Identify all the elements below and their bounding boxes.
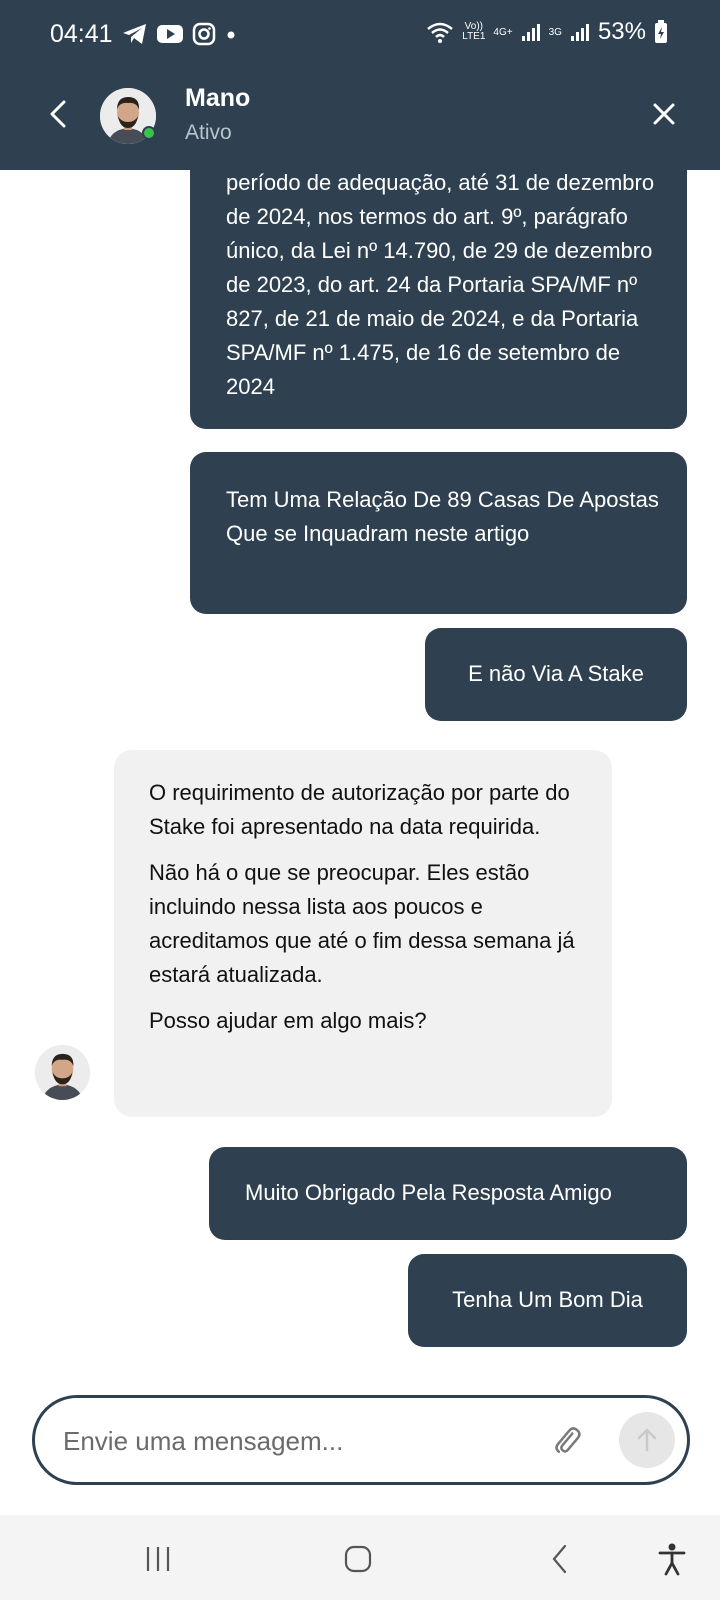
message-paragraph: Não há o que se preocupar. Eles estão in… — [149, 860, 575, 987]
home-icon — [344, 1545, 372, 1573]
message-outgoing: E não Via A Stake — [425, 628, 687, 721]
instagram-icon — [192, 22, 216, 46]
contact-name: Mano — [185, 84, 251, 112]
telegram-icon — [123, 24, 146, 44]
lte-label: LTE1 — [462, 31, 486, 42]
wifi-icon — [427, 22, 454, 43]
close-icon — [653, 103, 675, 125]
message-text: Tem Uma Relação De 89 Casas De Apostas Q… — [226, 487, 659, 546]
home-button[interactable] — [338, 1539, 378, 1579]
close-button[interactable] — [648, 98, 680, 130]
chevron-left-icon — [50, 100, 66, 128]
recent-apps-button[interactable] — [138, 1539, 178, 1579]
back-arrow-icon — [552, 1544, 567, 1574]
battery-icon — [655, 20, 667, 43]
message-list[interactable]: período de adequação, até 31 de dezembro… — [0, 170, 720, 1370]
chat-header: Mano Ativo — [0, 60, 720, 170]
system-nav-bar — [0, 1515, 720, 1600]
status-bar: 04:41 Vo)) LTE1 4G+ 3G 53% — [0, 0, 720, 60]
notification-icons — [122, 22, 238, 46]
accessibility-button[interactable] — [652, 1539, 692, 1579]
message-outgoing: Tenha Um Bom Dia — [408, 1254, 687, 1347]
message-paragraph: Posso ajudar em algo mais? — [149, 1008, 427, 1033]
accessibility-icon — [658, 1543, 686, 1576]
volte-indicator: Vo)) LTE1 — [462, 22, 485, 42]
contact-avatar[interactable] — [100, 88, 156, 144]
message-outgoing: período de adequação, até 31 de dezembro… — [190, 170, 687, 429]
network-type-2: 3G — [548, 26, 562, 38]
message-composer — [32, 1395, 690, 1485]
recents-icon — [146, 1547, 170, 1571]
message-paragraph: O requirimento de autorização por parte … — [149, 780, 570, 839]
message-incoming: O requirimento de autorização por parte … — [114, 750, 612, 1117]
message-text: Tenha Um Bom Dia — [452, 1287, 643, 1312]
status-time: 04:41 — [50, 20, 113, 48]
message-text: Muito Obrigado Pela Resposta Amigo — [245, 1180, 612, 1205]
message-text: E não Via A Stake — [468, 661, 644, 686]
online-status-dot — [142, 126, 156, 140]
message-input[interactable] — [63, 1418, 503, 1464]
back-button[interactable] — [38, 92, 78, 136]
message-text: período de adequação, até 31 de dezembro… — [226, 170, 655, 399]
message-outgoing: Muito Obrigado Pela Resposta Amigo — [209, 1147, 687, 1240]
battery-percent: 53% — [597, 18, 646, 45]
youtube-icon — [157, 25, 183, 43]
send-button[interactable] — [619, 1412, 675, 1468]
contact-status: Ativo — [185, 121, 232, 144]
signal-icon-1 — [521, 24, 540, 41]
message-outgoing: Tem Uma Relação De 89 Casas De Apostas Q… — [190, 452, 687, 614]
avatar-image — [35, 1045, 90, 1100]
agent-avatar — [35, 1045, 90, 1100]
network-type-1: 4G+ — [493, 26, 513, 38]
nav-back-button[interactable] — [540, 1539, 580, 1579]
dot-icon — [227, 31, 235, 39]
signal-icon-2 — [570, 24, 589, 41]
attach-button[interactable] — [550, 1424, 584, 1458]
paperclip-icon — [555, 1427, 581, 1453]
status-indicators: Vo)) LTE1 4G+ 3G 53% — [426, 18, 668, 46]
arrow-up-icon — [637, 1428, 657, 1452]
